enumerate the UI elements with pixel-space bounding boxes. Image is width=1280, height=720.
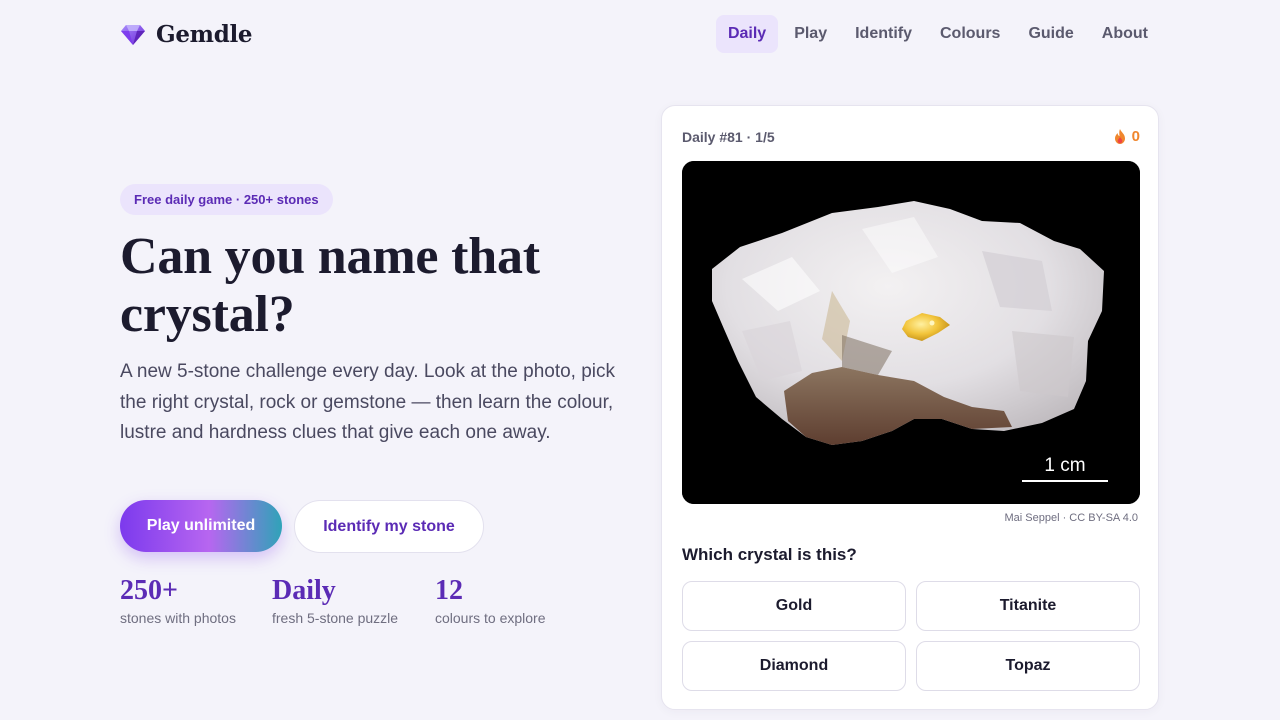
main-nav: Daily Play Identify Colours Guide About: [715, 15, 1160, 53]
stat-label: stones with photos: [120, 610, 236, 626]
stat-value: Daily: [272, 575, 336, 606]
hero-description: A new 5-stone challenge every day. Look …: [120, 361, 616, 443]
gem-icon: [121, 25, 145, 45]
stat-colours: 12 colours to explore: [435, 574, 546, 626]
flame-icon: [1114, 129, 1125, 144]
stat-daily: Daily fresh 5-stone puzzle: [272, 574, 435, 626]
answer-options: Gold Titanite Diamond Topaz: [682, 581, 1140, 691]
page-title: Can you name that crystal?: [120, 228, 540, 343]
brand-link[interactable]: Gemdle: [120, 20, 253, 48]
nav-item-play[interactable]: Play: [782, 15, 839, 53]
answer-option-gold[interactable]: Gold: [682, 581, 906, 631]
stone-photo: 1 cm: [682, 161, 1140, 504]
brand-name: Gemdle: [156, 20, 253, 48]
stone-image: [682, 161, 1140, 504]
stat-label: colours to explore: [435, 610, 546, 626]
nav-item-daily[interactable]: Daily: [715, 15, 779, 53]
stat-stones: 250+ stones with photos: [120, 574, 272, 626]
nav-item-about[interactable]: About: [1090, 15, 1160, 53]
stats-row: 250+ stones with photos Daily fresh 5-st…: [120, 574, 546, 626]
scale-bar-line: [1022, 480, 1108, 482]
answer-option-topaz[interactable]: Topaz: [916, 641, 1140, 691]
answer-option-titanite[interactable]: Titanite: [916, 581, 1140, 631]
card-header: Daily #81 · 1/5 0: [682, 128, 1140, 145]
hero-badge: Free daily game · 250+ stones: [120, 184, 333, 215]
nav-item-guide[interactable]: Guide: [1016, 15, 1085, 53]
quiz-question: Which crystal is this?: [682, 545, 857, 564]
site-header: Gemdle Daily Play Identify Colours Guide…: [120, 14, 1160, 54]
nav-item-colours[interactable]: Colours: [928, 15, 1012, 53]
play-unlimited-button[interactable]: Play unlimited: [120, 500, 282, 552]
scale-label: 1 cm: [1044, 455, 1086, 476]
streak-counter: 0: [1114, 128, 1140, 145]
daily-quiz-card: Daily #81 · 1/5 0 1 cm Mai Seppel · CC B…: [661, 105, 1159, 710]
identify-stone-button[interactable]: Identify my stone: [294, 500, 484, 553]
nav-item-identify[interactable]: Identify: [843, 15, 924, 53]
stat-value: 12: [435, 575, 463, 606]
stat-label: fresh 5-stone puzzle: [272, 610, 399, 626]
stat-value: 250+: [120, 575, 178, 606]
streak-count: 0: [1131, 128, 1140, 145]
daily-progress: Daily #81 · 1/5: [682, 128, 775, 145]
photo-credit: Mai Seppel · CC BY-SA 4.0: [1004, 512, 1139, 524]
answer-option-diamond[interactable]: Diamond: [682, 641, 906, 691]
